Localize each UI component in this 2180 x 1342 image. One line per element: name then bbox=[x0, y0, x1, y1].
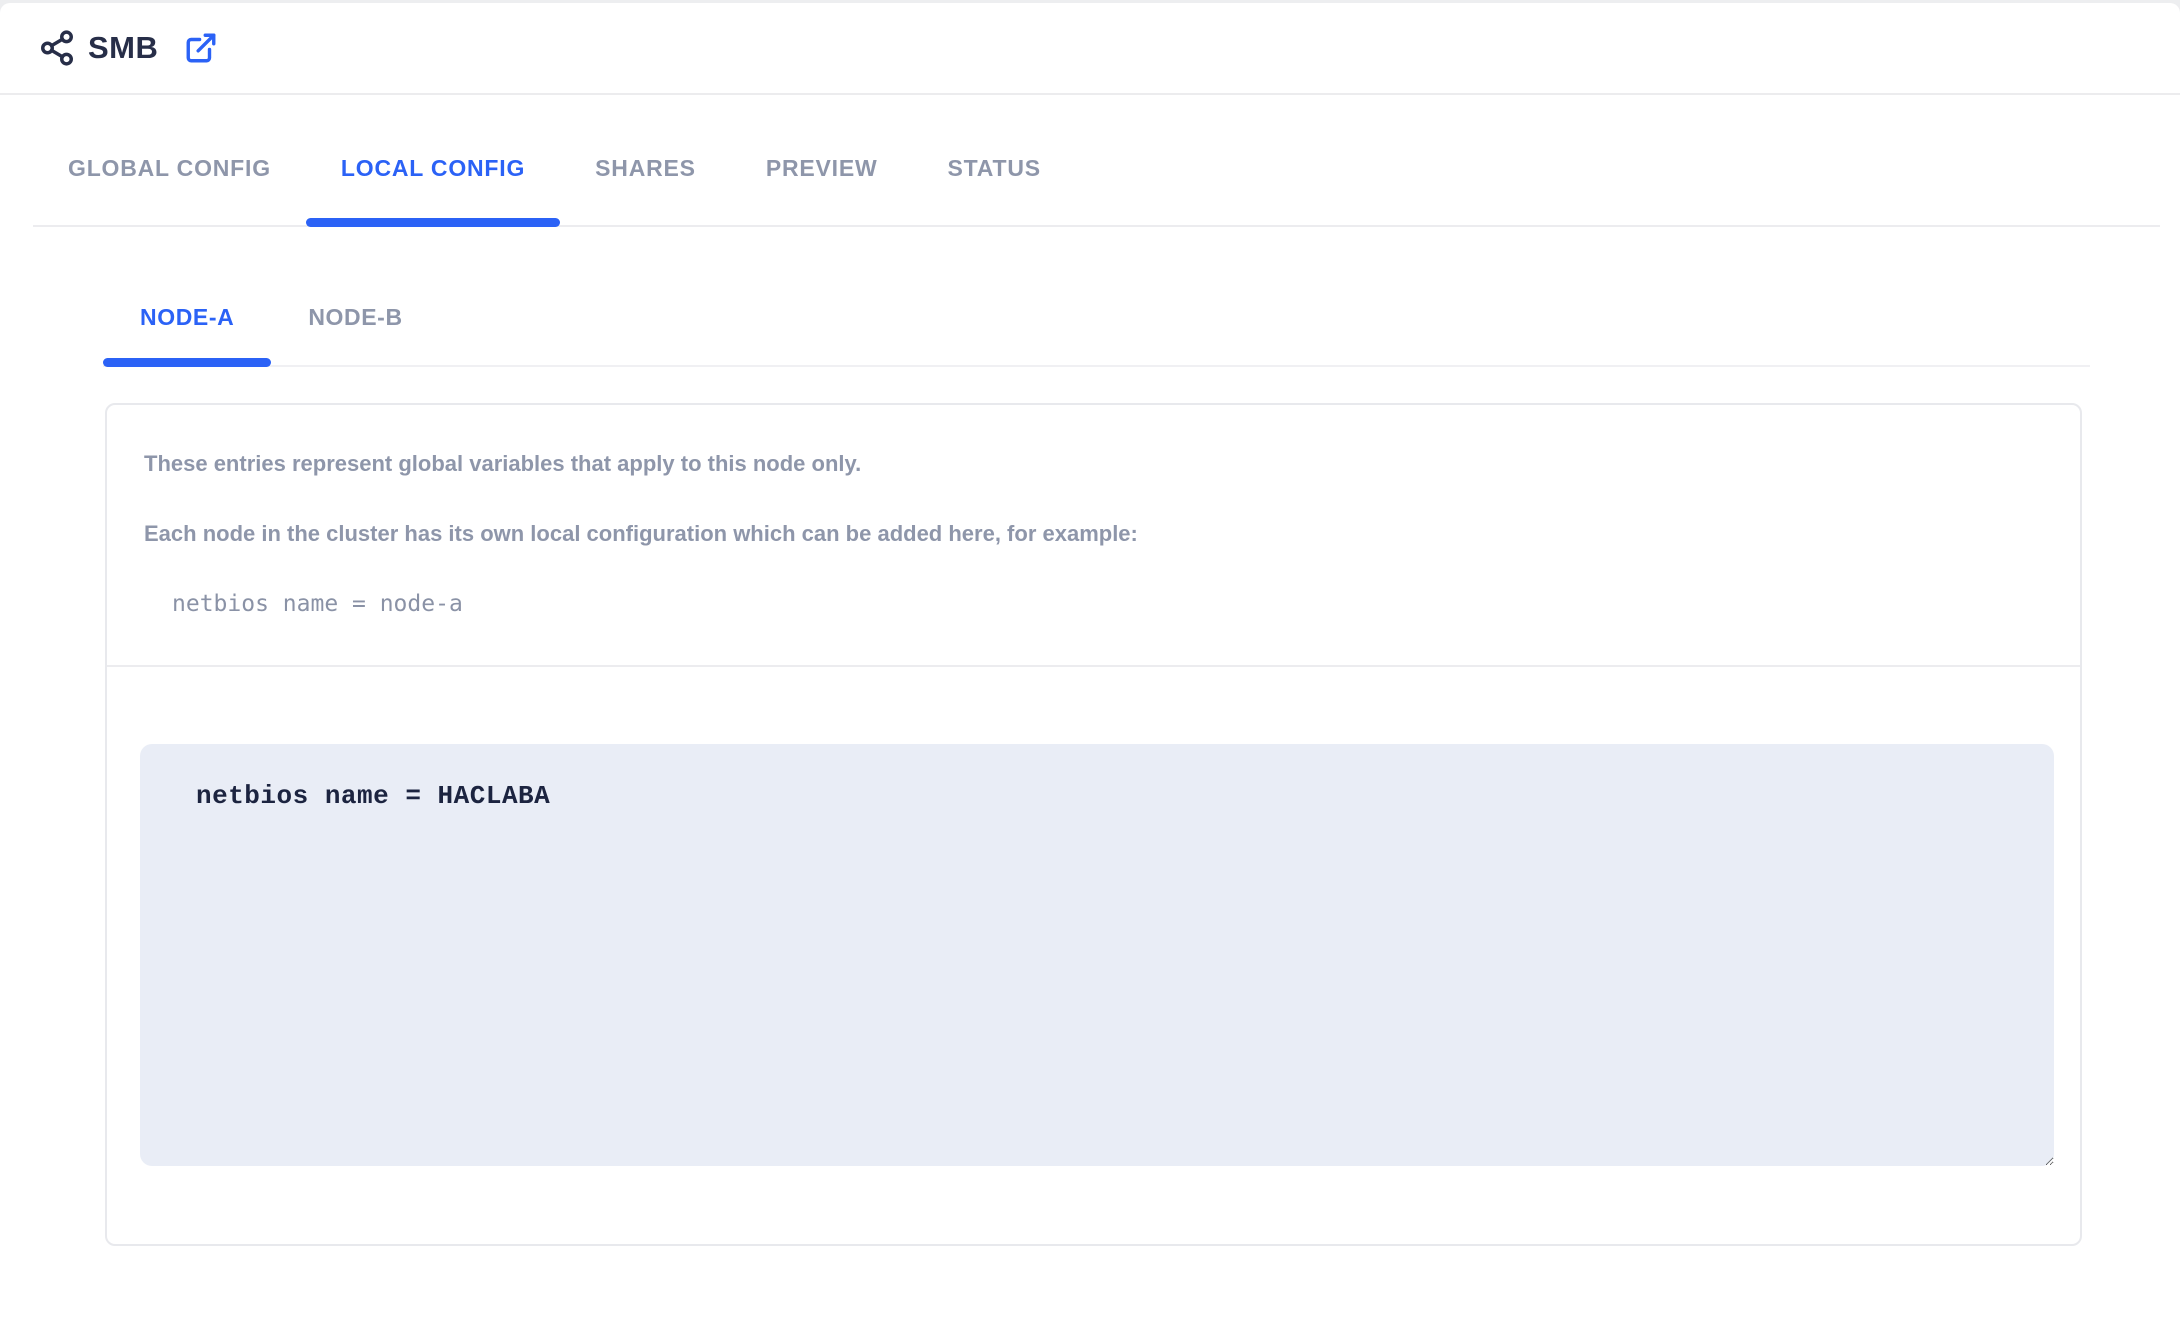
tab-status[interactable]: STATUS bbox=[912, 111, 1075, 225]
node-tabbar: NODE-A NODE-B bbox=[103, 269, 2090, 367]
card-editor-section: netbios name = HACLABA bbox=[107, 667, 2080, 1244]
local-config-card: These entries represent global variables… bbox=[105, 403, 2082, 1246]
info-line-1: These entries represent global variables… bbox=[144, 451, 2043, 477]
info-line-2: Each node in the cluster has its own loc… bbox=[144, 521, 2043, 547]
tab-shares[interactable]: SHARES bbox=[560, 111, 731, 225]
config-tabbar: GLOBAL CONFIG LOCAL CONFIG SHARES PREVIE… bbox=[33, 95, 2160, 227]
external-link-icon[interactable] bbox=[184, 31, 218, 65]
tab-local-config[interactable]: LOCAL CONFIG bbox=[306, 111, 560, 225]
share-icon bbox=[38, 29, 76, 67]
page-header: SMB bbox=[0, 3, 2180, 95]
local-config-textarea[interactable]: netbios name = HACLABA bbox=[140, 744, 2054, 1166]
config-example-code: netbios name = node-a bbox=[172, 591, 2043, 617]
tab-node-b[interactable]: NODE-B bbox=[271, 269, 439, 365]
tab-node-a[interactable]: NODE-A bbox=[103, 269, 271, 365]
card-info-section: These entries represent global variables… bbox=[107, 405, 2080, 667]
tab-global-config[interactable]: GLOBAL CONFIG bbox=[33, 111, 306, 225]
main-panel: SMB GLOBAL CONFIG LOCAL CONFIG SHARES PR… bbox=[0, 3, 2180, 1342]
page-title: SMB bbox=[88, 30, 158, 66]
tab-preview[interactable]: PREVIEW bbox=[731, 111, 913, 225]
